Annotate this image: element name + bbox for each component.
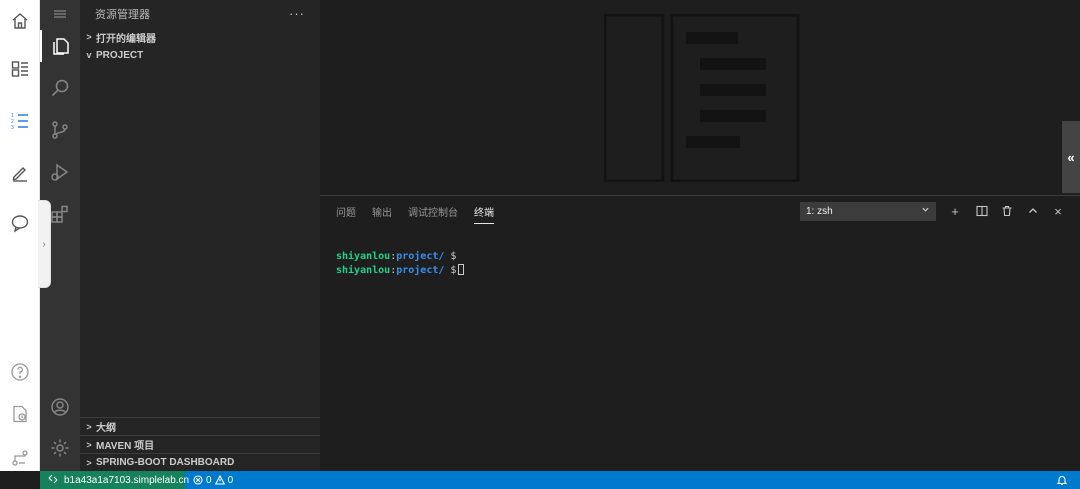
- app-window: 123 › 资源管理器 ··· > 打开的编辑器 v PROJECT > 大纲 …: [0, 0, 1080, 489]
- chevron-up-icon: [1029, 208, 1037, 213]
- run-debug-icon[interactable]: [40, 152, 80, 192]
- settings-gear-icon[interactable]: [40, 428, 80, 468]
- section-label: PROJECT: [96, 49, 144, 61]
- new-terminal-button[interactable]: +: [946, 202, 964, 220]
- chevron-down-icon: v: [86, 50, 92, 60]
- chevron-right-icon: >: [86, 32, 92, 42]
- section-label: MAVEN 项目: [96, 441, 155, 452]
- more-actions-button[interactable]: ···: [289, 6, 305, 21]
- close-icon: ×: [1054, 203, 1062, 219]
- expand-panel-tab[interactable]: ›: [38, 200, 51, 288]
- tab-terminal[interactable]: 终端: [474, 204, 494, 224]
- section-project[interactable]: v PROJECT: [80, 46, 320, 64]
- section-label: 大纲: [96, 423, 116, 434]
- course-list-icon[interactable]: [9, 58, 31, 80]
- terminal-cursor: [458, 264, 465, 275]
- remote-indicator[interactable]: b1a43a1a7103.simplelab.cn: [40, 471, 189, 489]
- tab-output[interactable]: 输出: [372, 204, 392, 224]
- remote-icon: [48, 474, 58, 487]
- section-outline[interactable]: > 大纲: [80, 417, 320, 435]
- source-control-icon[interactable]: [40, 110, 80, 150]
- section-label: 打开的编辑器: [96, 33, 156, 45]
- notifications-bell-icon[interactable]: [1056, 474, 1068, 486]
- split-icon: [976, 205, 988, 217]
- share-icon[interactable]: [9, 447, 31, 469]
- terminal-line: shiyanlou:project/ $: [336, 251, 457, 262]
- error-count: 0: [206, 474, 212, 486]
- status-bar: b1a43a1a7103.simplelab.cn 0 0: [40, 471, 1080, 489]
- kill-terminal-button[interactable]: [998, 202, 1016, 220]
- split-terminal-button[interactable]: [973, 202, 991, 220]
- chat-icon[interactable]: [9, 212, 31, 234]
- section-maven[interactable]: > MAVEN 项目: [80, 435, 320, 453]
- trash-icon: [1002, 205, 1012, 217]
- terminal-select[interactable]: 1: zsh: [800, 202, 936, 221]
- tab-problems[interactable]: 问题: [336, 204, 356, 224]
- maximize-panel-button[interactable]: [1024, 202, 1042, 220]
- vscode-watermark-icon: [604, 14, 800, 182]
- section-open-editors[interactable]: > 打开的编辑器: [80, 28, 320, 46]
- ordered-list-icon[interactable]: 123: [9, 110, 31, 132]
- files-icon[interactable]: [40, 26, 80, 66]
- chevron-right-icon: >: [86, 457, 92, 468]
- terminal-select-value: 1: zsh: [806, 206, 833, 217]
- section-label: SPRING-BOOT DASHBOARD: [96, 457, 235, 468]
- plus-icon: +: [951, 203, 959, 219]
- error-icon: [193, 475, 203, 485]
- section-spring-boot-dashboard[interactable]: > SPRING-BOOT DASHBOARD: [80, 453, 320, 471]
- chevron-down-icon: [921, 205, 930, 216]
- close-panel-button[interactable]: ×: [1049, 202, 1067, 220]
- help-icon[interactable]: [9, 361, 31, 383]
- right-panel-toggle[interactable]: «: [1062, 121, 1080, 193]
- tab-debug-console[interactable]: 调试控制台: [408, 204, 458, 224]
- chevron-right-icon: >: [86, 421, 92, 432]
- warning-count: 0: [227, 474, 234, 486]
- chevron-right-icon: >: [86, 439, 92, 450]
- panel-tabs: 问题 输出 调试控制台 终端: [336, 204, 494, 224]
- search-icon[interactable]: [40, 68, 80, 108]
- lab-sidebar: 123: [0, 0, 40, 471]
- svg-text:3: 3: [11, 125, 14, 131]
- explorer-sidebar: 资源管理器 ··· > 打开的编辑器 v PROJECT > 大纲 > MAVE…: [80, 0, 320, 471]
- home-icon[interactable]: [9, 10, 31, 32]
- problems-indicator[interactable]: 0 0: [193, 471, 233, 489]
- explorer-title: 资源管理器: [95, 9, 150, 21]
- editor-area[interactable]: «: [320, 0, 1080, 195]
- bottom-sections: > 大纲 > MAVEN 项目 > SPRING-BOOT DASHBOARD: [80, 417, 320, 471]
- bottom-panel: 问题 输出 调试控制台 终端 1: zsh + × shiyanlou:proj…: [320, 195, 1080, 471]
- pencil-icon[interactable]: [9, 161, 31, 183]
- report-icon[interactable]: [9, 403, 31, 425]
- terminal-line: shiyanlou:project/ $: [336, 264, 465, 278]
- warning-icon: [214, 475, 225, 485]
- remote-host: b1a43a1a7103.simplelab.cn: [64, 474, 190, 486]
- account-icon[interactable]: [40, 387, 80, 427]
- terminal-output[interactable]: shiyanlou:project/ $ shiyanlou:project/ …: [336, 250, 465, 278]
